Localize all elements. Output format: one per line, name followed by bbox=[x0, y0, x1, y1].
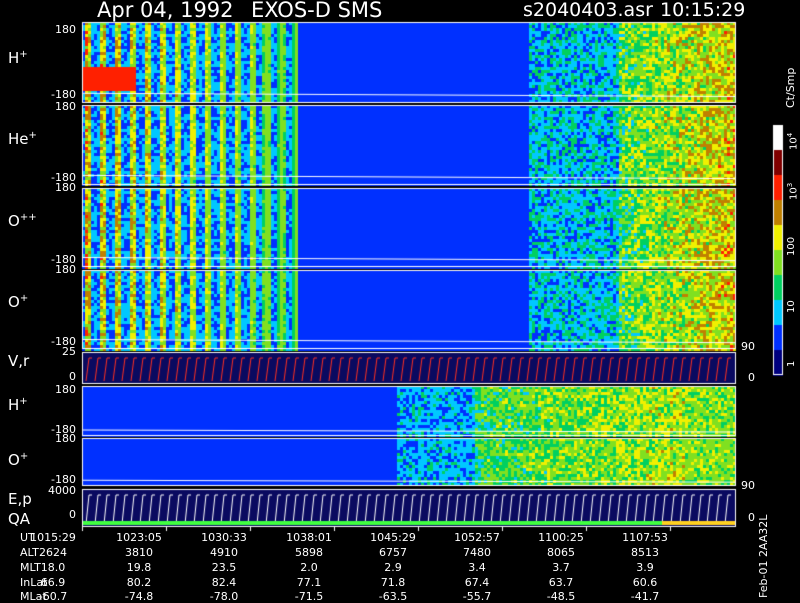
colorbar-tick-10: 10 bbox=[786, 300, 797, 313]
info-cell: 1030:33 bbox=[201, 531, 247, 544]
info-cell: 8065 bbox=[547, 546, 575, 559]
info-cell: 5898 bbox=[295, 546, 323, 559]
rtick-vr-bottom: 0 bbox=[748, 371, 755, 384]
info-cell: 2624 bbox=[39, 546, 67, 559]
tick-oplus-top: 180 bbox=[55, 263, 76, 276]
info-cell: 8513 bbox=[631, 546, 659, 559]
info-cell: 2.0 bbox=[300, 561, 318, 574]
panel-label-vr: V,r bbox=[8, 352, 30, 370]
tick-hplus-bottom: -180 bbox=[51, 88, 76, 101]
spectrogram-canvas bbox=[0, 0, 800, 600]
info-cell: 71.8 bbox=[380, 576, 406, 589]
info-cell: 3810 bbox=[125, 546, 153, 559]
info-cell: 6757 bbox=[379, 546, 407, 559]
info-cell: 1023:05 bbox=[116, 531, 162, 544]
info-cell: 80.2 bbox=[126, 576, 152, 589]
info-cell: -78.0 bbox=[209, 590, 239, 603]
info-cell: 3.4 bbox=[468, 561, 486, 574]
tick-ep-top: 4000 bbox=[48, 484, 76, 497]
header-date: Apr 04, 1992 bbox=[97, 0, 234, 22]
panel-label-opp: O++ bbox=[8, 212, 37, 230]
info-cell: 1045:29 bbox=[370, 531, 416, 544]
info-cell: -63.5 bbox=[378, 590, 408, 603]
rtick-ep-bottom: 0 bbox=[748, 511, 755, 524]
colorbar-tick-10e4: 104 bbox=[786, 132, 800, 150]
info-cell: -41.7 bbox=[630, 590, 660, 603]
info-cell: 67.4 bbox=[464, 576, 490, 589]
tick-ep-bottom: 0 bbox=[69, 508, 76, 521]
colorbar-tick-10e3: 103 bbox=[786, 182, 800, 200]
tick-heplus-top: 180 bbox=[55, 100, 76, 113]
info-cell: -74.8 bbox=[124, 590, 154, 603]
rtick-oplus2-bottom: 90 bbox=[741, 479, 755, 492]
info-cell: 4910 bbox=[210, 546, 238, 559]
info-cell: 23.5 bbox=[211, 561, 237, 574]
info-cell: 1052:57 bbox=[454, 531, 500, 544]
colorbar-tick-1: 1 bbox=[786, 360, 797, 367]
panel-label-oplus2: O+ bbox=[8, 451, 29, 469]
info-cell: 66.9 bbox=[40, 576, 66, 589]
info-cell: 1100:25 bbox=[538, 531, 584, 544]
panel-label-ep: E,p bbox=[8, 490, 32, 508]
info-cell: 2.9 bbox=[384, 561, 402, 574]
info-cell: -60.7 bbox=[38, 590, 68, 603]
info-cell: 19.8 bbox=[126, 561, 152, 574]
tick-hplus2-top: 180 bbox=[55, 383, 76, 396]
info-cell: 60.6 bbox=[632, 576, 658, 589]
tick-oplus2-top: 180 bbox=[55, 432, 76, 445]
tick-vr-bottom: 0 bbox=[69, 370, 76, 383]
rtick-vr-top: 90 bbox=[741, 340, 755, 353]
info-cell: 18.0 bbox=[40, 561, 66, 574]
colorbar-tick-100: 100 bbox=[786, 236, 797, 256]
info-cell: 3.7 bbox=[552, 561, 570, 574]
panel-label-qa: QA bbox=[8, 510, 31, 528]
info-cell: 63.7 bbox=[548, 576, 574, 589]
header-instrument: EXOS-D SMS bbox=[251, 0, 383, 22]
info-cell: 1038:01 bbox=[286, 531, 332, 544]
tick-vr-top: 25 bbox=[62, 345, 76, 358]
panel-label-hplus: H+ bbox=[8, 49, 28, 67]
tick-hplus-top: 180 bbox=[55, 23, 76, 36]
info-cell: 82.4 bbox=[211, 576, 237, 589]
header-time: 10:15:29 bbox=[660, 0, 746, 21]
header-file: s2040403.asr bbox=[523, 0, 653, 21]
info-cell: 77.1 bbox=[296, 576, 322, 589]
panel-label-oplus: O+ bbox=[8, 293, 29, 311]
info-cell: 1015:29 bbox=[30, 531, 76, 544]
panel-label-hplus2: H+ bbox=[8, 396, 28, 414]
info-cell: -48.5 bbox=[546, 590, 576, 603]
colorbar-unit: Ct/Smp bbox=[784, 67, 797, 108]
info-cell: 3.9 bbox=[636, 561, 654, 574]
info-cell: 7480 bbox=[463, 546, 491, 559]
footer-note: Feb-01 2AA32L bbox=[757, 514, 770, 598]
info-cell: -55.7 bbox=[462, 590, 492, 603]
info-cell: 1107:53 bbox=[622, 531, 668, 544]
tick-opp-top: 180 bbox=[55, 181, 76, 194]
panel-label-heplus: He+ bbox=[8, 130, 37, 148]
info-cell: -71.5 bbox=[294, 590, 324, 603]
